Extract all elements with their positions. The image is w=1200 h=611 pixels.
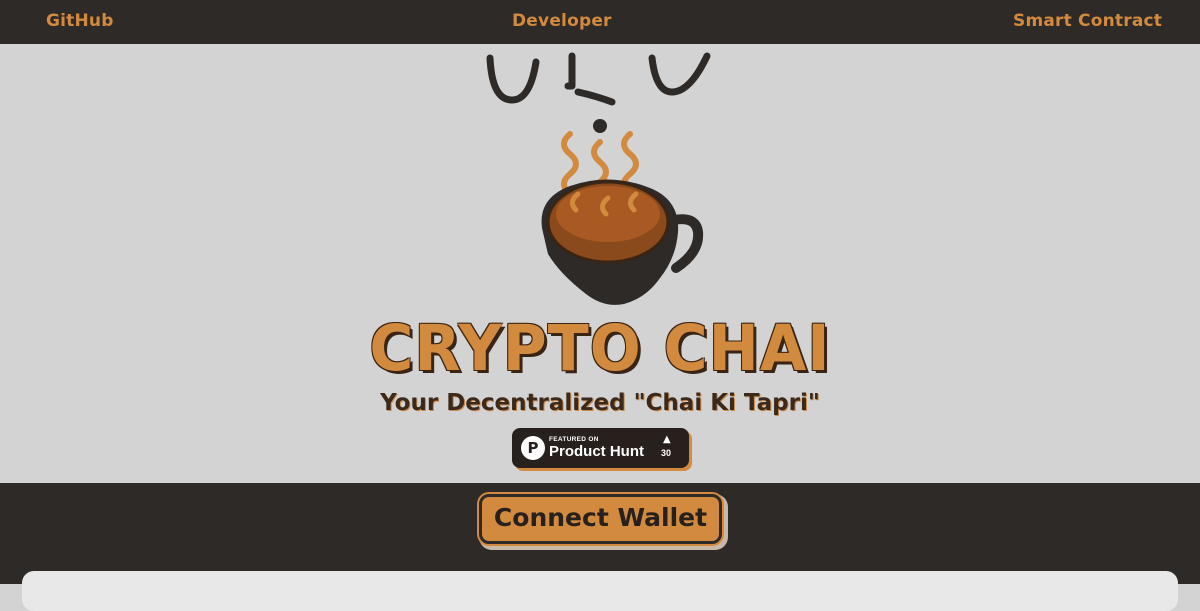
content-panel [22,571,1178,611]
top-nav: GitHub Developer Smart Contract [0,0,1200,44]
connect-wallet-button[interactable]: Connect Wallet [479,494,722,544]
chai-cup-logo-icon [541,131,704,305]
product-hunt-featured-label: FEATURED ON [549,436,599,443]
product-hunt-name: Product Hunt [549,443,644,460]
hero-section: CRYPTO CHAI Your Decentralized "Chai Ki … [0,44,1200,483]
site-subtitle: Your Decentralized "Chai Ki Tapri" [380,390,820,416]
wallet-section: Connect Wallet [0,483,1200,611]
product-hunt-logo-icon: P [521,436,545,460]
upvote-arrow-icon: ▲ [663,434,671,445]
developer-link[interactable]: Developer [512,11,612,31]
github-link[interactable]: GitHub [46,11,114,31]
smart-contract-link[interactable]: Smart Contract [1013,11,1162,31]
site-title: CRYPTO CHAI [369,312,831,386]
product-hunt-badge[interactable]: P FEATURED ON Product Hunt ▲ 30 [512,428,689,468]
upvote-count: 30 [661,448,672,458]
